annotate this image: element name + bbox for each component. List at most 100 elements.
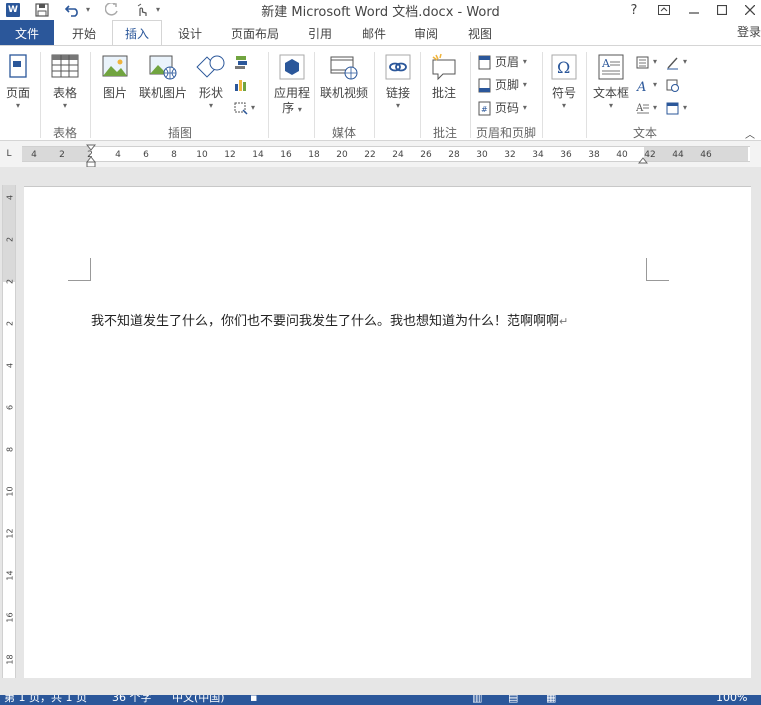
vertical-ruler[interactable]: 4 2 2 2 4 6 8 10 12 14 16 18 — [2, 185, 16, 678]
ruler-tick-label: 40 — [616, 150, 628, 160]
object-button[interactable]: ▾ — [666, 98, 687, 118]
quick-parts-button[interactable]: ▾ — [636, 52, 657, 72]
wordart-icon: A — [636, 78, 649, 95]
ruler-tick-label: 18 — [5, 654, 15, 665]
header-button[interactable]: 页眉 ▾ — [478, 52, 527, 72]
ruler-tick-label: 36 — [560, 150, 572, 160]
paragraph-mark: ↵ — [559, 315, 569, 328]
apps-for-office-button[interactable]: 应用程 序 ▾ — [272, 52, 312, 116]
chevron-down-icon: ▾ — [683, 57, 688, 66]
crop-mark-top-left — [68, 258, 91, 281]
tab-selector[interactable]: L — [1, 146, 17, 162]
group-label-media: 媒体 — [331, 126, 356, 140]
text-box-button[interactable]: A 文本框 ▾ — [590, 52, 632, 111]
date-time-button[interactable] — [666, 75, 683, 95]
ribbon-insert: 页面 ▾ 表格 ▾ 表格 图片 联机图片 形状 ▾ ▾ 插图 应用程 序 ▾ 联… — [0, 45, 761, 141]
pictures-button[interactable]: 图片 — [98, 52, 132, 101]
tab-review[interactable]: 审阅 — [404, 20, 448, 46]
tab-mailings[interactable]: 邮件 — [352, 20, 396, 46]
group-separator — [268, 52, 269, 138]
pages-button[interactable]: 页面 ▾ — [2, 52, 34, 111]
status-page-count[interactable]: 第 1 页，共 1 页 — [4, 695, 87, 703]
tab-home[interactable]: 开始 — [60, 20, 108, 46]
web-layout-icon[interactable]: ▦ — [546, 695, 556, 703]
links-button[interactable]: 链接 ▾ — [380, 52, 416, 111]
smartart-icon — [234, 55, 247, 70]
chart-button[interactable] — [234, 74, 251, 94]
screenshot-button[interactable]: ▾ — [234, 98, 255, 118]
ruler-tick-label: 46 — [700, 150, 712, 160]
group-separator — [586, 52, 587, 138]
proofing-icon[interactable]: ▪ — [250, 695, 257, 703]
chevron-down-icon: ▾ — [522, 80, 527, 89]
link-icon — [383, 52, 413, 82]
ruler-tick-label: 28 — [448, 150, 460, 160]
smartart-button[interactable] — [234, 52, 251, 72]
ruler-tick-label: 2 — [59, 150, 65, 160]
object-icon — [666, 101, 679, 116]
help-button[interactable]: ? — [620, 0, 648, 20]
footer-button[interactable]: 页脚 ▾ — [478, 75, 527, 95]
ruler-tick-label: 16 — [5, 612, 15, 623]
page-number-button[interactable]: # 页码 ▾ — [478, 98, 527, 118]
sign-in-link[interactable]: 登录 — [737, 20, 761, 46]
status-word-count[interactable]: 36 个字 — [112, 695, 152, 703]
table-button[interactable]: 表格 ▾ — [48, 52, 82, 111]
picture-icon — [100, 52, 130, 82]
ruler-tick-label: 8 — [171, 150, 177, 160]
ribbon-tabs: 文件 开始 插入 设计 页面布局 引用 邮件 审阅 视图 登录 — [0, 20, 761, 46]
document-page[interactable] — [24, 186, 751, 678]
tab-file[interactable]: 文件 — [0, 20, 54, 46]
footer-icon — [478, 78, 491, 93]
online-video-button[interactable]: 联机视频 — [318, 52, 370, 101]
ruler-tick-label: 12 — [5, 528, 15, 539]
signature-line-button[interactable]: ▾ — [666, 52, 687, 72]
ruler-tick-label: 20 — [336, 150, 348, 160]
vertical-scrollbar[interactable] — [751, 167, 761, 678]
chevron-down-icon: ▾ — [522, 103, 527, 112]
chevron-down-icon: ▾ — [208, 101, 213, 110]
tab-insert[interactable]: 插入 — [112, 20, 162, 46]
drop-cap-button[interactable]: A ▾ — [635, 98, 657, 118]
ruler-tick-label: 32 — [504, 150, 516, 160]
chevron-down-icon: ▾ — [251, 103, 256, 112]
ruler-tick-label: 18 — [308, 150, 320, 160]
ruler-tick-label: 4 — [5, 362, 15, 369]
chevron-down-icon: ▾ — [683, 103, 688, 112]
print-layout-icon[interactable]: ▤ — [508, 695, 518, 703]
group-label-tables: 表格 — [52, 126, 77, 140]
paragraph-text: 我不知道发生了什么，你们也不要问我发生了什么。我也想知道为什么！范啊啊啊 — [91, 314, 560, 329]
online-video-icon — [329, 52, 359, 82]
quick-parts-icon — [636, 55, 649, 70]
shapes-button[interactable]: 形状 ▾ — [194, 52, 228, 111]
group-label-header-footer: 页眉和页脚 — [475, 126, 536, 140]
tab-references[interactable]: 引用 — [298, 20, 342, 46]
store-icon — [277, 52, 307, 82]
page-number-icon: # — [478, 101, 491, 116]
horizontal-ruler-area: L 4 2 2 4 6 8 10 12 14 16 18 20 22 24 26 28 30 32 34 36 38 40… — [0, 141, 761, 168]
document-paragraph[interactable]: 我不知道发生了什么，你们也不要问我发生了什么。我也想知道为什么！范啊啊啊↵ — [91, 310, 568, 329]
chart-icon — [234, 77, 247, 92]
header-icon — [478, 55, 491, 70]
chevron-down-icon: ▾ — [62, 101, 67, 110]
minimize-button[interactable] — [680, 0, 708, 20]
tab-view[interactable]: 视图 — [458, 20, 502, 46]
date-time-icon — [666, 78, 679, 93]
maximize-button[interactable] — [708, 0, 736, 20]
tab-page-layout[interactable]: 页面布局 — [222, 20, 288, 46]
group-separator — [470, 52, 471, 138]
group-separator — [374, 52, 375, 138]
wordart-button[interactable]: A ▾ — [636, 75, 657, 95]
collapse-ribbon-icon[interactable]: ︿ — [745, 126, 755, 141]
comment-button[interactable]: 批注 — [426, 52, 462, 101]
ribbon-display-options-button[interactable] — [650, 0, 678, 20]
status-language[interactable]: 中文(中国) — [172, 695, 225, 703]
ruler-tick-label: 4 — [31, 150, 37, 160]
online-pictures-button[interactable]: 联机图片 — [138, 52, 188, 101]
close-button[interactable] — [736, 0, 761, 20]
tab-design[interactable]: 设计 — [168, 20, 212, 46]
ruler-tick-label: 2 — [5, 320, 15, 327]
symbol-button[interactable]: Ω 符号 ▾ — [546, 52, 582, 111]
read-mode-icon[interactable]: ▥ — [472, 695, 482, 703]
zoom-level[interactable]: 100% — [716, 695, 747, 703]
